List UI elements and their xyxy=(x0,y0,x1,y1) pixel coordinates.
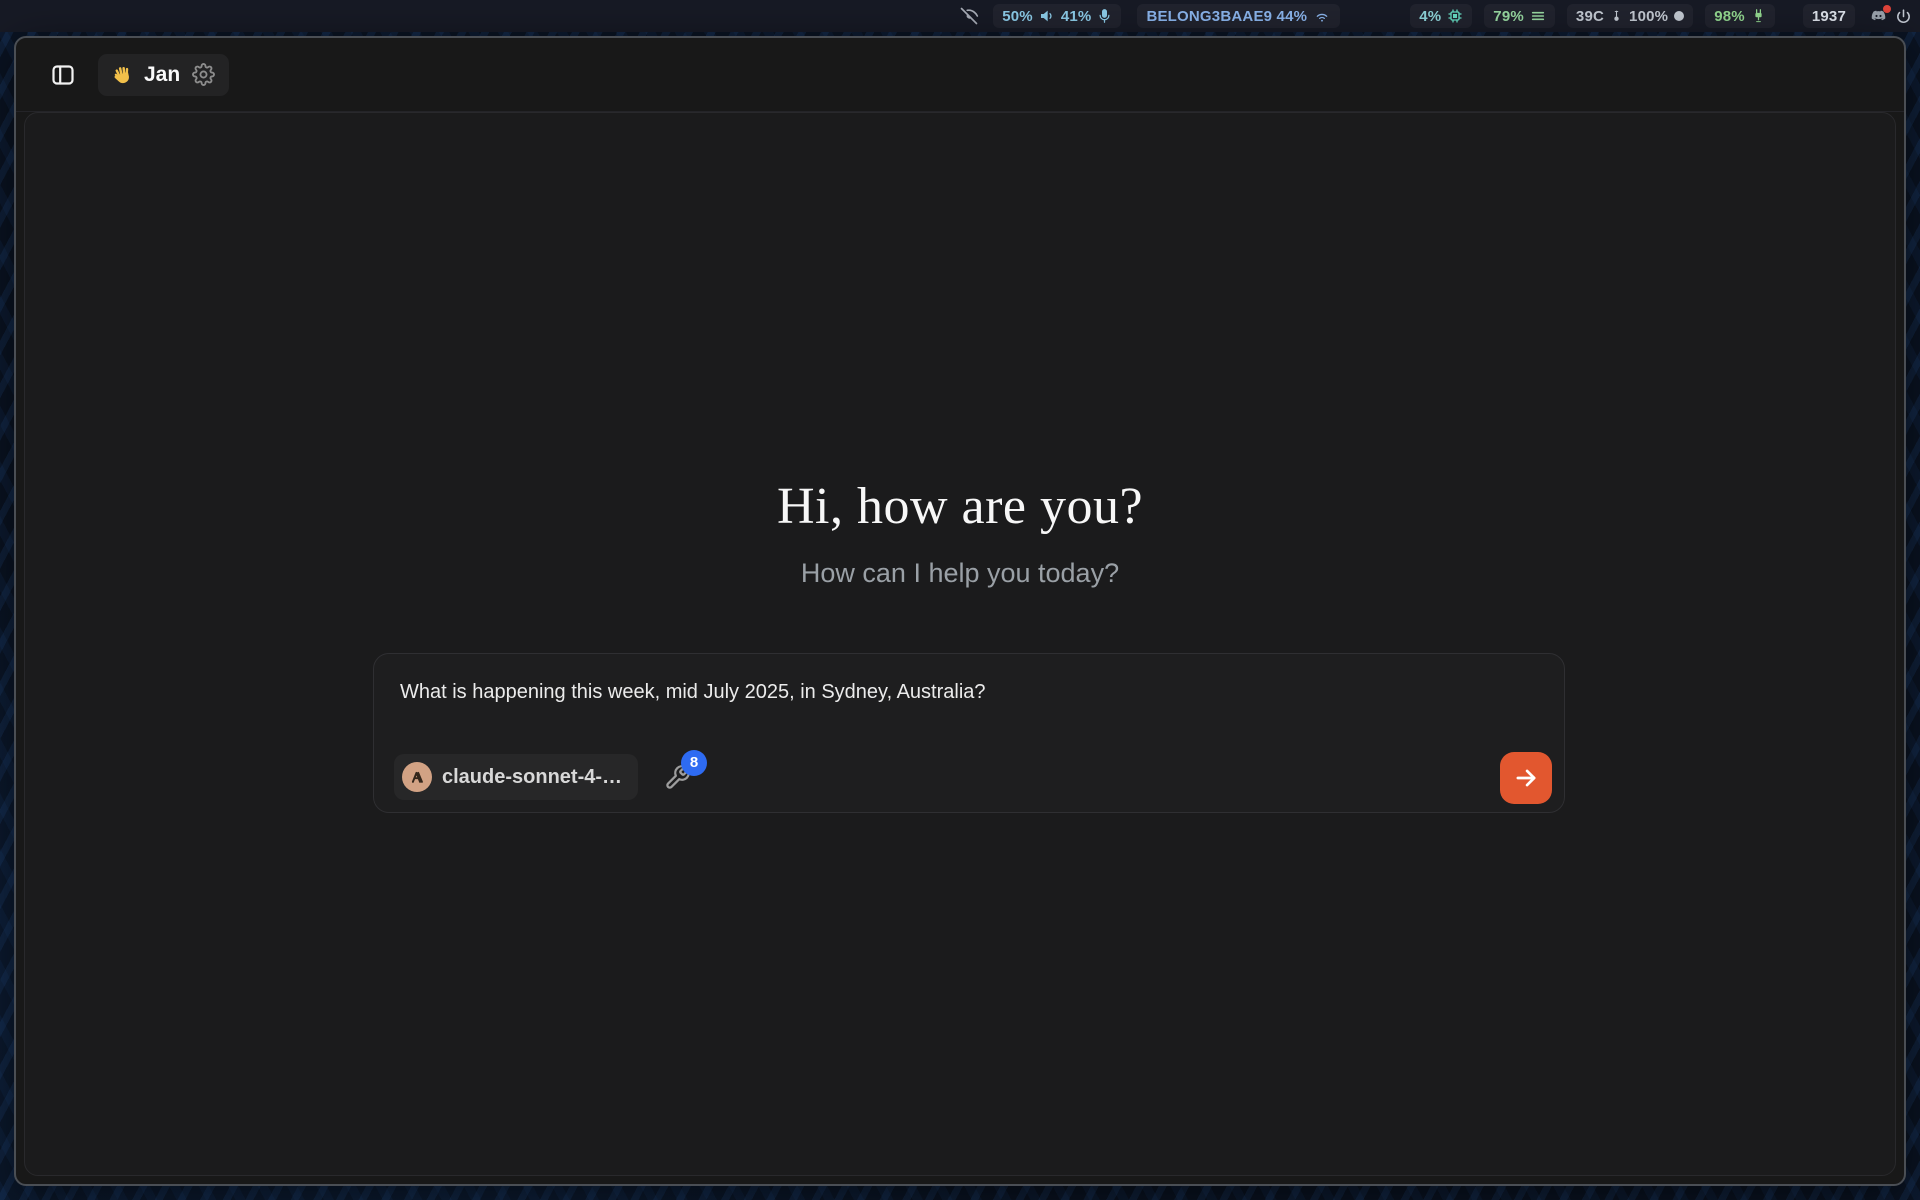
status-clock[interactable]: 1937 xyxy=(1803,4,1855,28)
wave-icon xyxy=(112,64,134,86)
gear-icon[interactable] xyxy=(192,63,215,86)
greeting-heading: Hi, how are you? xyxy=(25,477,1895,536)
circle-icon xyxy=(1674,11,1684,21)
message-input[interactable]: What is happening this week, mid July 20… xyxy=(400,678,1538,706)
greeting-subtitle: How can I help you today? xyxy=(25,558,1895,589)
model-name: claude-sonnet-4-… xyxy=(442,766,622,789)
volume-value: 50% xyxy=(1002,8,1033,25)
discord-icon[interactable] xyxy=(1869,8,1888,24)
welcome-block: Hi, how are you? How can I help you toda… xyxy=(25,477,1895,589)
status-gpu[interactable]: 4% xyxy=(1410,4,1472,28)
thermal-level-value: 100% xyxy=(1629,8,1668,25)
cpu-usage-value: 79% xyxy=(1493,8,1524,25)
eye-off-icon[interactable] xyxy=(959,6,979,26)
network-ssid-strength: BELONG3BAAE9 44% xyxy=(1146,8,1307,25)
tools-count-badge: 8 xyxy=(681,750,707,776)
gpu-usage-value: 4% xyxy=(1419,8,1441,25)
power-icon[interactable] xyxy=(1895,8,1912,25)
thread-title-pill[interactable]: Jan xyxy=(98,54,229,96)
app-title: Jan xyxy=(144,63,180,87)
status-cpu[interactable]: 79% xyxy=(1484,4,1555,28)
arrow-right-icon xyxy=(1513,765,1539,791)
speaker-icon xyxy=(1039,8,1055,24)
model-selector[interactable]: claude-sonnet-4-… xyxy=(394,754,638,800)
microphone-icon xyxy=(1097,8,1112,24)
cpu-chip-icon xyxy=(1447,8,1463,24)
chat-content-area: Hi, how are you? How can I help you toda… xyxy=(24,112,1896,1176)
status-thermal[interactable]: 39C 100% xyxy=(1567,4,1693,28)
status-power[interactable]: 98% xyxy=(1705,4,1775,28)
battery-value: 98% xyxy=(1714,8,1745,25)
jan-app-window: Jan Hi, how are you? How can I help you … xyxy=(14,36,1906,1186)
plug-icon xyxy=(1751,8,1766,24)
status-network[interactable]: BELONG3BAAE9 44% xyxy=(1137,4,1340,28)
anthropic-logo xyxy=(402,762,432,792)
thermometer-icon xyxy=(1610,8,1623,24)
status-audio[interactable]: 50% 41% xyxy=(993,4,1121,28)
message-composer[interactable]: What is happening this week, mid July 20… xyxy=(373,653,1565,813)
sidebar-toggle-button[interactable] xyxy=(48,60,78,90)
clock-time: 1937 xyxy=(1812,8,1846,25)
notification-dot xyxy=(1883,5,1891,13)
wifi-icon xyxy=(1313,8,1331,24)
temperature-value: 39C xyxy=(1576,8,1604,25)
status-bar: 50% 41% BELONG3BAAE9 44% 4% xyxy=(0,0,1920,32)
list-icon xyxy=(1530,8,1546,24)
titlebar: Jan xyxy=(16,38,1904,112)
system-tray xyxy=(1869,8,1912,25)
mic-level-value: 41% xyxy=(1061,8,1092,25)
composer-controls: claude-sonnet-4-… 8 xyxy=(394,754,691,800)
send-button[interactable] xyxy=(1500,752,1552,804)
tools-button[interactable]: 8 xyxy=(664,764,691,791)
